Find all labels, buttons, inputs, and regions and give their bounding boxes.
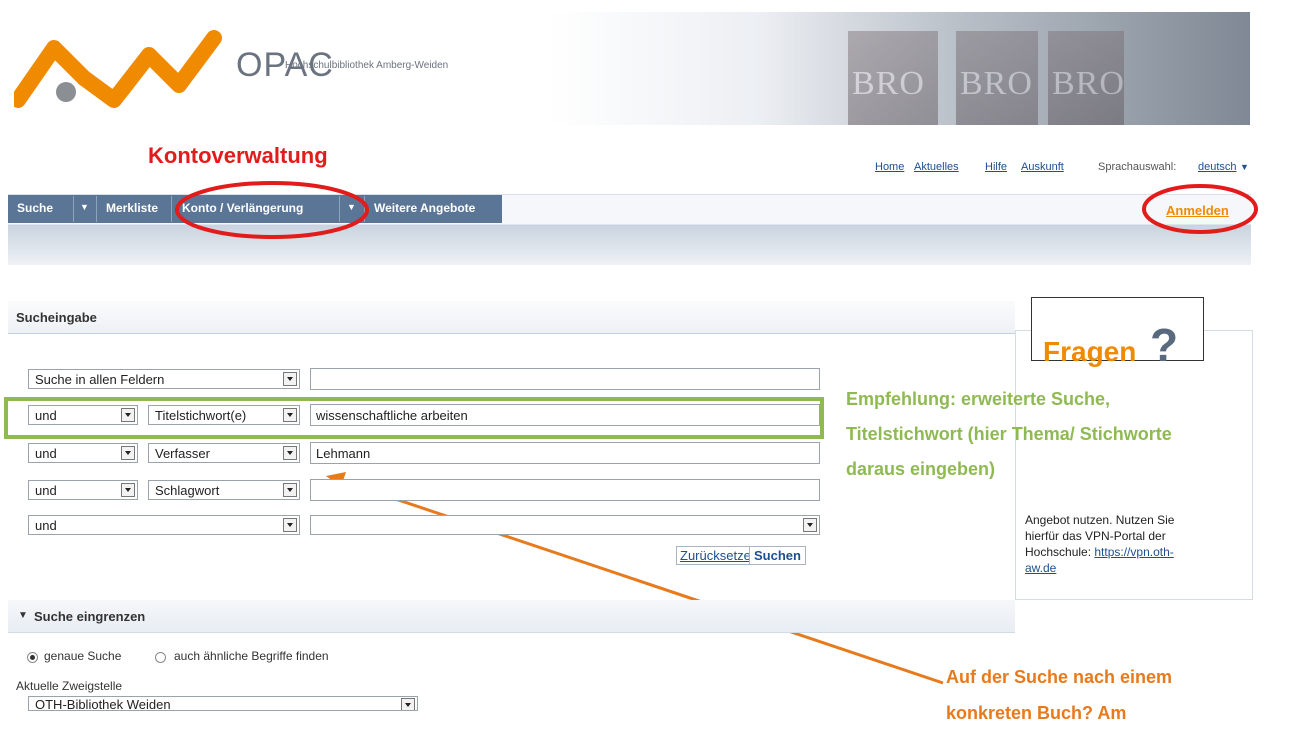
radio-similar[interactable] bbox=[155, 652, 166, 663]
operator-select-1[interactable]: und bbox=[28, 405, 138, 425]
annotation-line: daraus eingeben) bbox=[846, 459, 996, 479]
chevron-down-icon[interactable] bbox=[283, 446, 297, 460]
operator-select-4[interactable]: und bbox=[28, 515, 300, 535]
search-input-all[interactable] bbox=[310, 368, 820, 390]
operator-select-3[interactable]: und bbox=[28, 480, 138, 500]
radio-similar-label: auch ähnliche Begriffe finden bbox=[174, 649, 329, 663]
annotation-buch: Auf der Suche nach einem konkreten Buch?… bbox=[946, 659, 1172, 731]
field-value: Verfasser bbox=[155, 446, 210, 461]
annotation-empfehlung: Empfehlung: erweiterte Suche, Titelstich… bbox=[846, 382, 1172, 487]
chevron-down-icon[interactable] bbox=[283, 372, 297, 386]
chevron-down-icon[interactable] bbox=[401, 698, 415, 710]
radio-exact[interactable] bbox=[27, 652, 38, 663]
operator-value: und bbox=[35, 483, 57, 498]
operator-select-2[interactable]: und bbox=[28, 443, 138, 463]
vpn-text-line: Hochschule: https://vpn.oth- bbox=[1025, 544, 1235, 560]
field-select-2[interactable]: Verfasser bbox=[148, 443, 300, 463]
chevron-down-icon[interactable] bbox=[283, 483, 297, 497]
annotation-ellipse-konto bbox=[175, 181, 369, 239]
triangle-down-icon[interactable]: ▼ bbox=[18, 610, 28, 621]
annotation-ellipse-anmelden bbox=[1142, 184, 1258, 234]
chevron-down-icon[interactable] bbox=[283, 518, 297, 532]
chevron-down-icon[interactable] bbox=[283, 408, 297, 422]
search-panel-header bbox=[8, 301, 1015, 334]
annotation-arrow-line bbox=[335, 477, 944, 685]
search-button[interactable]: Suchen bbox=[749, 546, 806, 565]
operator-value: und bbox=[35, 446, 57, 461]
field-select-1[interactable]: Titelstichwort(e) bbox=[148, 405, 300, 425]
search-input-title[interactable]: wissenschaftliche arbeiten bbox=[310, 404, 820, 426]
limit-panel-title[interactable]: Suche eingrenzen bbox=[34, 609, 145, 624]
operator-value: und bbox=[35, 518, 57, 533]
branch-label: Aktuelle Zweigstelle bbox=[16, 679, 123, 693]
branch-value: OTH-Bibliothek Weiden bbox=[35, 697, 171, 711]
field-value: Schlagwort bbox=[155, 483, 220, 498]
vpn-link[interactable]: https://vpn.oth- bbox=[1094, 545, 1173, 559]
radio-exact-label: genaue Suche bbox=[44, 649, 122, 663]
vpn-link-continued[interactable]: aw.de bbox=[1025, 561, 1056, 575]
field-select-3[interactable]: Schlagwort bbox=[148, 480, 300, 500]
chevron-down-icon[interactable] bbox=[121, 446, 135, 460]
field-select-4[interactable] bbox=[310, 515, 820, 535]
chevron-down-icon[interactable] bbox=[121, 408, 135, 422]
limit-panel-header[interactable] bbox=[8, 600, 1015, 633]
annotation-line: Empfehlung: erweiterte Suche, bbox=[846, 389, 1111, 409]
fragen-text: Fragen bbox=[1043, 336, 1137, 367]
search-input-author[interactable]: Lehmann bbox=[310, 442, 820, 464]
vpn-text-line: Angebot nutzen. Nutzen Sie bbox=[1025, 513, 1175, 527]
search-input-subject[interactable] bbox=[310, 479, 820, 501]
chevron-down-icon[interactable] bbox=[803, 518, 817, 532]
chevron-down-icon[interactable] bbox=[121, 483, 135, 497]
operator-value: und bbox=[35, 408, 57, 423]
question-mark-icon: ? bbox=[1150, 319, 1179, 371]
search-panel-title: Sucheingabe bbox=[16, 310, 97, 325]
branch-select[interactable]: OTH-Bibliothek Weiden bbox=[28, 696, 418, 711]
all-fields-select[interactable]: Suche in allen Feldern bbox=[28, 369, 300, 389]
vpn-info-text: Angebot nutzen. Nutzen Sie hierfür das V… bbox=[1025, 512, 1235, 576]
vpn-text-prefix: Hochschule: bbox=[1025, 545, 1095, 559]
annotation-line: konkreten Buch? Am bbox=[946, 703, 1127, 723]
vpn-text-line: hierfür das VPN-Portal der bbox=[1025, 529, 1166, 543]
annotation-line: Titelstichwort (hier Thema/ Stichworte bbox=[846, 424, 1172, 444]
all-fields-value: Suche in allen Feldern bbox=[35, 372, 165, 387]
annotation-line: Auf der Suche nach einem bbox=[946, 667, 1173, 687]
field-value: Titelstichwort(e) bbox=[155, 408, 247, 423]
